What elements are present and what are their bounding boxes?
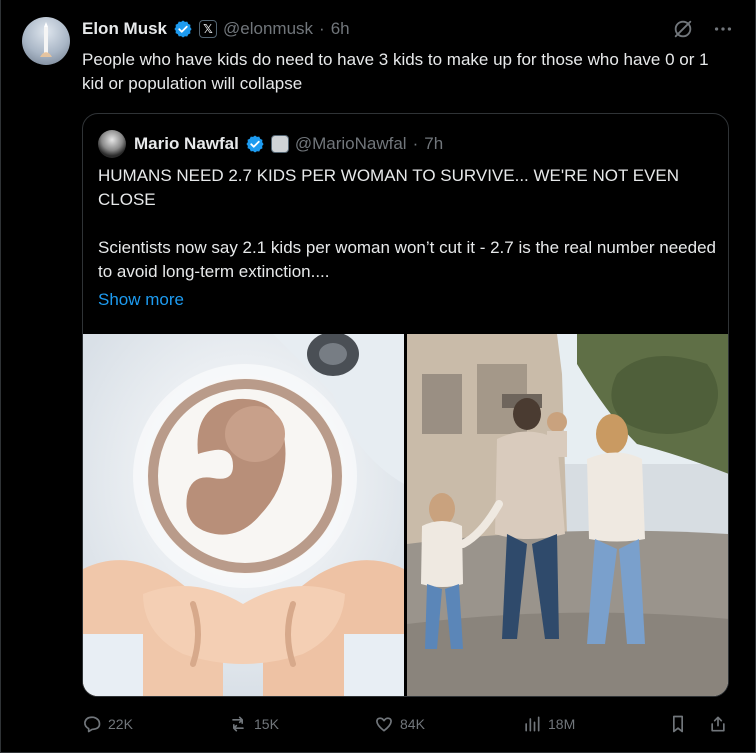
like-button[interactable]: 84K [374, 712, 425, 736]
quoted-tweet[interactable]: Mario Nawfal @MarioNawfal · 7h HUMANS NE… [82, 113, 729, 697]
reply-button[interactable]: 22K [82, 712, 133, 736]
share-icon [711, 716, 725, 732]
verified-icon[interactable] [173, 19, 193, 39]
tweet-text: People who have kids do need to have 3 k… [82, 50, 709, 93]
quote-text: HUMANS NEED 2.7 KIDS PER WOMAN TO SURVIV… [98, 166, 716, 281]
views-icon [525, 716, 540, 732]
affiliate-badge-icon[interactable] [270, 135, 289, 153]
tweet-header: Elon Musk 𝕏 @elonmusk · 6h [82, 18, 350, 40]
quote-author-name[interactable]: Mario Nawfal [134, 134, 239, 154]
bookmark-icon [673, 715, 683, 733]
author-name[interactable]: Elon Musk [82, 19, 167, 39]
quote-image-fetus[interactable] [83, 334, 404, 696]
reply-icon [84, 716, 101, 733]
repost-icon [232, 716, 244, 732]
tweet-actions: 22K 15K 84K 18M [82, 712, 730, 736]
author-avatar[interactable] [22, 17, 70, 65]
affiliate-badge-icon[interactable]: 𝕏 [199, 20, 218, 38]
grok-icon[interactable] [672, 18, 694, 40]
repost-count: 15K [254, 716, 279, 732]
views-button[interactable]: 18M [522, 712, 575, 736]
bookmark-button[interactable] [668, 712, 688, 736]
quote-image-family[interactable] [407, 334, 728, 696]
author-handle[interactable]: @elonmusk [223, 19, 313, 39]
verified-icon[interactable] [245, 134, 265, 154]
quote-header: Mario Nawfal @MarioNawfal · 7h [134, 133, 443, 155]
quote-author-avatar[interactable] [98, 130, 126, 158]
header-actions [672, 18, 734, 40]
share-button[interactable] [708, 712, 728, 736]
quote-separator: · [412, 134, 419, 153]
reply-count: 22K [108, 716, 133, 732]
like-count: 84K [400, 716, 425, 732]
quote-time[interactable]: 7h [424, 134, 443, 154]
like-icon [376, 717, 392, 732]
quote-author-handle[interactable]: @MarioNawfal [295, 134, 407, 154]
tweet-time[interactable]: 6h [331, 19, 350, 39]
show-more-link[interactable]: Show more [98, 290, 184, 310]
more-icon[interactable] [712, 18, 734, 40]
repost-button[interactable]: 15K [228, 712, 279, 736]
views-count: 18M [548, 716, 576, 732]
header-separator: · [319, 19, 325, 38]
